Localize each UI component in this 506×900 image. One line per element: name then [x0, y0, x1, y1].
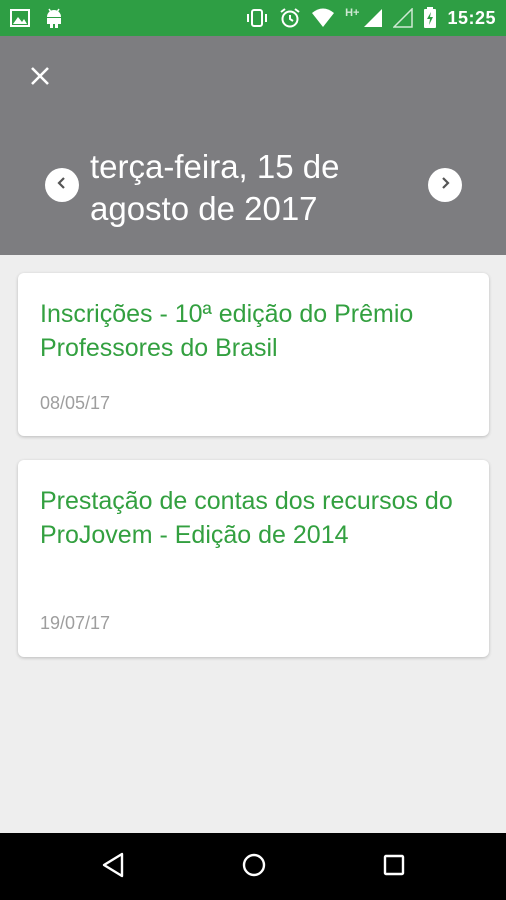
- vibrate-icon: [245, 8, 269, 28]
- image-icon: [10, 9, 30, 27]
- back-button[interactable]: [99, 852, 127, 883]
- wifi-icon: [311, 8, 335, 28]
- home-button[interactable]: [240, 853, 268, 881]
- status-time: 15:25: [447, 7, 496, 28]
- event-title: Inscrições - 10ª edição do Prêmio Profes…: [40, 300, 414, 362]
- event-card[interactable]: Inscrições - 10ª edição do Prêmio Profes…: [18, 273, 489, 436]
- date-title: terça-feira, 15 de agosto de 2017: [90, 148, 340, 227]
- android-icon: [44, 7, 64, 29]
- status-bar: H+ 15:25: [0, 0, 506, 36]
- home-icon: [241, 852, 267, 883]
- date-header: terça-feira, 15 de agosto de 2017: [0, 36, 506, 255]
- event-card[interactable]: Prestação de contas dos recursos do ProJ…: [18, 460, 489, 657]
- event-date: 08/05/17: [40, 393, 111, 413]
- event-date: 19/07/17: [40, 613, 111, 633]
- previous-day-button[interactable]: [45, 168, 79, 202]
- next-day-button[interactable]: [428, 168, 462, 202]
- battery-charging-icon: [423, 7, 437, 29]
- event-title: Prestação de contas dos recursos do ProJ…: [40, 487, 453, 549]
- close-button[interactable]: [24, 62, 56, 94]
- signal-icon: [363, 8, 383, 28]
- alarm-icon: [279, 7, 301, 29]
- recents-button[interactable]: [380, 853, 408, 881]
- close-icon: [29, 65, 51, 92]
- chevron-left-icon: [55, 176, 69, 195]
- back-icon: [100, 852, 126, 883]
- system-nav-bar: [0, 833, 506, 900]
- signal-empty-icon: [393, 8, 414, 28]
- recents-icon: [382, 853, 406, 882]
- chevron-right-icon: [438, 176, 452, 195]
- status-left: [10, 7, 64, 29]
- network-type-label: H+: [345, 7, 360, 19]
- status-right: H+ 15:25: [245, 7, 496, 29]
